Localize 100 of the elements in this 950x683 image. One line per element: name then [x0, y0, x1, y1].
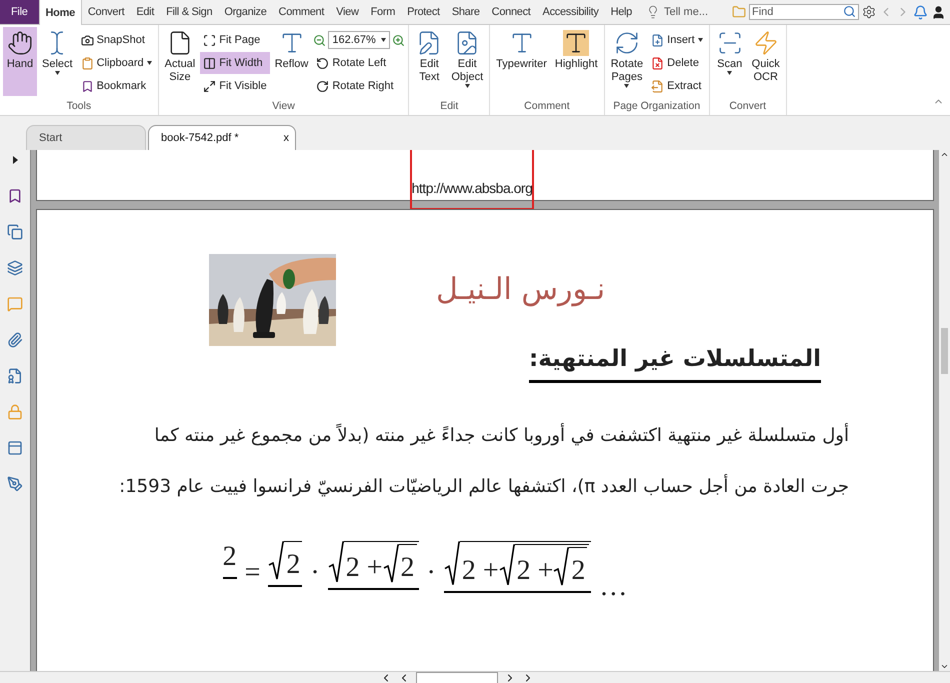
formula-term: 2: [222, 541, 237, 573]
scroll-up-icon: [940, 150, 949, 159]
menu-tab[interactable]: Protect: [401, 0, 446, 24]
insert-page-icon: [651, 34, 664, 46]
ribbon-button[interactable]: Scan: [712, 27, 747, 96]
ribbon-button[interactable]: Actual Size: [162, 27, 198, 96]
group-label: View: [271, 100, 296, 114]
pages-icon: [7, 224, 23, 240]
formula-term: =: [244, 557, 260, 589]
fit-width-icon: [203, 56, 216, 70]
fit-visible-icon: [203, 80, 216, 92]
menu-tab[interactable]: Accessibility: [536, 0, 605, 24]
bookmark-page-icon: [7, 188, 23, 204]
formula-term: ·: [310, 557, 320, 589]
ribbon-button[interactable]: Rotate Right: [313, 75, 406, 97]
ribbon-button[interactable]: Extract: [648, 75, 706, 97]
scroll-down-icon: [940, 662, 949, 671]
ribbon-button[interactable]: Insert: [648, 29, 706, 51]
settings-icon: [862, 5, 876, 19]
camera-icon: [80, 34, 94, 46]
user-icon: [931, 4, 946, 20]
tell-me-field[interactable]: Tell me...: [664, 6, 708, 18]
ribbon-button[interactable]: Bookmark: [78, 75, 155, 97]
lock-icon: [7, 404, 23, 420]
page-title: نـورس الـنيـل: [436, 272, 606, 306]
menu-tab[interactable]: Fill & Sign: [160, 0, 218, 24]
delete-page-icon: [651, 56, 664, 70]
formula-term: 2: [571, 555, 586, 587]
bell-icon: [913, 4, 928, 20]
scan-icon: [716, 30, 743, 56]
ribbon-button[interactable]: SnapShot: [78, 29, 155, 51]
layers-icon: [7, 260, 23, 276]
ribbon-button[interactable]: Rotate Pages: [608, 27, 646, 96]
ribbon-button[interactable]: Fit Visible: [200, 75, 270, 97]
formula-term: ·: [426, 557, 436, 589]
paragraph-line: أول متسلسلة غير منتهية اكتشفت في أوروبا كانت جداءً غير منته (بدلاً من مجموع غير منته كما: [153, 425, 850, 446]
zoom-field[interactable]: 162.67%: [328, 31, 390, 49]
fit-page-icon: [203, 34, 216, 46]
url-text: http://www.absba.org: [412, 180, 532, 196]
clipboard-icon: [80, 56, 94, 70]
rotate-left-icon: [316, 56, 330, 70]
menu-tab[interactable]: View: [330, 0, 365, 24]
ribbon-button[interactable]: Typewriter: [493, 27, 550, 96]
document-tab[interactable]: Start: [26, 125, 146, 150]
search-icon[interactable]: [843, 5, 856, 18]
lightbulb-icon: [646, 5, 660, 19]
paperclip-icon: [7, 332, 23, 348]
zoom-in-icon: [392, 34, 406, 46]
lightning-icon: [752, 30, 779, 56]
ribbon-button[interactable]: Select: [39, 27, 76, 96]
menu-tab[interactable]: Home: [38, 0, 82, 25]
rotate-right-icon: [316, 80, 330, 92]
menu-tab[interactable]: Form: [364, 0, 402, 24]
section-heading: المتسلسلات غير المنتهية:: [529, 346, 821, 383]
comment-icon: [7, 296, 23, 312]
extract-page-icon: [651, 80, 664, 92]
paragraph-line: جرت العادة من أجل حساب العدد π)، اكتشفها عالم الرياضيّات الفرنسيّ فرانسوا فييت عام 1593:: [118, 476, 850, 497]
document-tab[interactable]: book-7542.pdf * x: [148, 125, 296, 150]
formula-term: …: [599, 571, 628, 603]
ribbon-button[interactable]: Fit Width: [200, 52, 270, 74]
expand-icon[interactable]: [12, 156, 18, 164]
ribbon-button[interactable]: Fit Page: [200, 29, 270, 51]
bookmark-icon: [80, 80, 94, 92]
group-label: Page Organization: [612, 100, 702, 114]
hand-icon: [7, 30, 33, 56]
ribbon-button[interactable]: Highlight: [552, 27, 601, 96]
group-label: Convert: [728, 100, 768, 114]
menu-tab[interactable]: Organize: [218, 0, 273, 24]
menu-tab[interactable]: Comment: [272, 0, 330, 24]
caret-icon: [381, 38, 386, 42]
menu-tab[interactable]: Help: [604, 0, 638, 24]
menu-tab[interactable]: Convert: [82, 0, 130, 24]
close-icon[interactable]: x: [284, 132, 289, 144]
ribbon-button[interactable]: Edit Text: [412, 27, 446, 96]
ribbon-button[interactable]: Hand: [3, 27, 37, 96]
formula-term: 2: [400, 552, 414, 584]
rotate-pages-icon: [614, 30, 640, 56]
formula-term: 2 +: [516, 555, 554, 587]
group-label: Edit: [439, 100, 460, 114]
scrollbar-thumb[interactable]: [941, 328, 948, 374]
certificate-icon: [7, 368, 23, 384]
scrollbar[interactable]: [939, 150, 950, 671]
zoom-out-icon: [313, 34, 326, 46]
ribbon-button[interactable]: Clipboard: [78, 52, 155, 74]
pen-icon: [7, 476, 23, 492]
group-label: Comment: [523, 100, 571, 114]
ribbon-button[interactable]: Rotate Left: [313, 52, 406, 74]
ribbon-button[interactable]: Reflow: [272, 27, 312, 96]
file-menu[interactable]: File: [0, 0, 39, 24]
menu-tab[interactable]: Share: [446, 0, 486, 24]
formula-term: 2: [286, 549, 300, 581]
formula-term: 2 +: [346, 552, 382, 584]
formula-term: 2 +: [462, 555, 499, 587]
ribbon-button[interactable]: Edit Object: [448, 27, 486, 96]
ribbon-button[interactable]: Quick OCR: [748, 27, 783, 96]
ribbon-button[interactable]: Delete: [648, 52, 706, 74]
menu-tab[interactable]: Edit: [130, 0, 160, 24]
menu-tab[interactable]: Connect: [486, 0, 537, 24]
search-field[interactable]: Find: [749, 4, 859, 20]
highlight-icon: [563, 30, 590, 56]
